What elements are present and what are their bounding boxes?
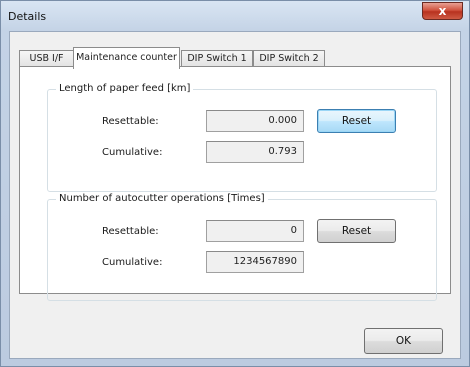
autocutter-group: Number of autocutter operations [Times]: [47, 193, 437, 301]
window-title: Details: [8, 10, 47, 23]
tab-dip-switch-2[interactable]: DIP Switch 2: [253, 50, 325, 67]
tab-maintenance-counter[interactable]: Maintenance counter: [73, 47, 180, 69]
title-bar[interactable]: Details x: [1, 1, 469, 31]
paper-feed-resettable-field: 0.000: [206, 110, 304, 132]
paper-feed-cumulative-label: Cumulative:: [102, 147, 163, 158]
autocutter-group-title: Number of autocutter operations [Times]: [56, 193, 268, 204]
autocutter-cumulative-label: Cumulative:: [102, 257, 163, 268]
paper-feed-reset-button[interactable]: Reset: [317, 109, 396, 133]
paper-feed-resettable-label: Resettable:: [102, 116, 159, 127]
autocutter-resettable-label: Resettable:: [102, 226, 159, 237]
tab-usb-if[interactable]: USB I/F: [19, 50, 74, 67]
paper-feed-group-title: Length of paper feed [km]: [56, 83, 194, 94]
close-icon: x: [438, 4, 447, 18]
tab-dip-switch-1[interactable]: DIP Switch 1: [181, 50, 253, 67]
maintenance-counter-panel: Length of paper feed [km] Resettable: 0.…: [19, 66, 451, 301]
autocutter-cumulative-field: 1234567890: [206, 251, 304, 273]
ok-button[interactable]: OK: [364, 328, 443, 354]
autocutter-reset-button[interactable]: Reset: [317, 219, 396, 243]
autocutter-resettable-field: 0: [206, 220, 304, 242]
close-button[interactable]: x: [422, 2, 463, 20]
paper-feed-cumulative-field: 0.793: [206, 141, 304, 163]
